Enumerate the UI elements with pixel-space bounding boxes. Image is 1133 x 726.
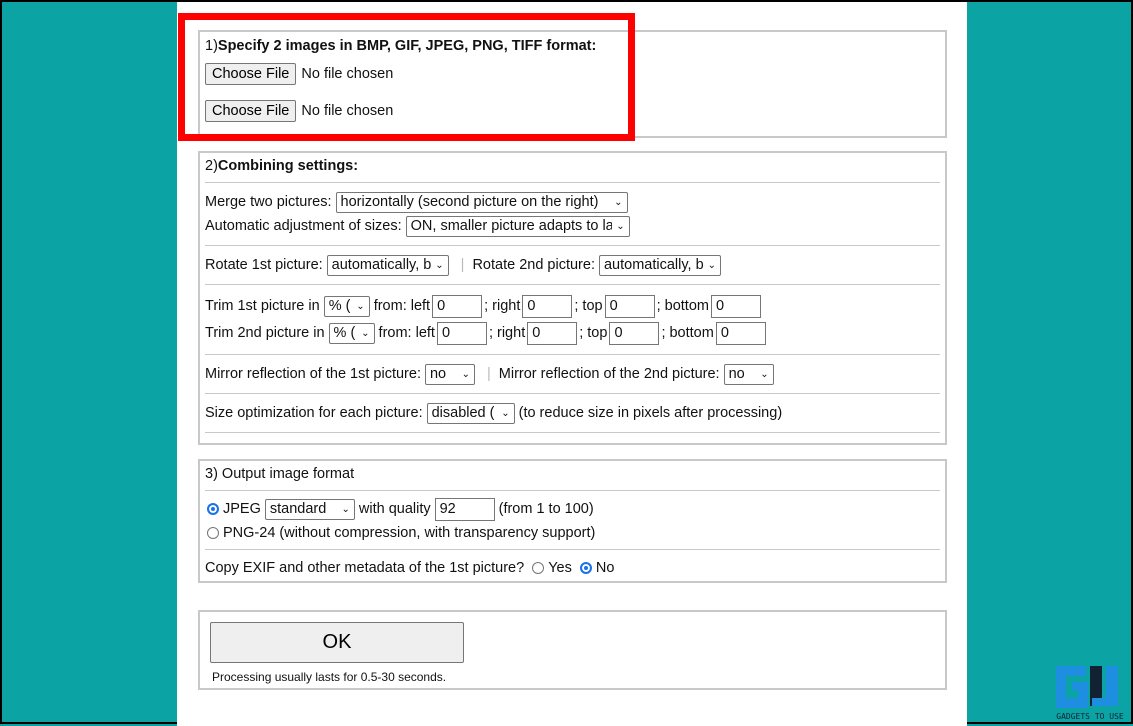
chevron-down-icon: ⌄ [435,259,444,271]
jpeg-mode-select[interactable]: standard ⌄ [264,498,355,520]
chevron-down-icon: ⌄ [707,259,716,271]
chevron-down-icon: ⌄ [501,407,510,419]
section-title: Combining settings: [217,158,359,174]
quality-input[interactable]: 92 [434,497,495,521]
chevron-down-icon: ⌄ [341,503,350,515]
chevron-down-icon: ⌄ [461,368,470,380]
trim-1-unit-select[interactable]: % (⌄ [323,295,370,317]
trim-2-left-input[interactable]: 0 [436,321,487,345]
chevron-down-icon: ⌄ [760,368,769,380]
chevron-down-icon: ⌄ [614,196,623,208]
section-output-format: 3) Output image format JPEG standard ⌄ with… [198,459,947,583]
rotate-2-select[interactable]: automatically, b ⌄ [598,254,721,276]
merge-select[interactable]: horizontally (second picture on the righ… [335,191,628,213]
trim-2-bottom-input[interactable]: 0 [715,321,766,345]
chevron-down-icon: ⌄ [356,300,365,312]
section-submit: OK Processing usually lasts for 0.5-30 s… [198,610,947,690]
svg-text:GADGETS TO USE: GADGETS TO USE [1056,712,1124,721]
trim-2-top-input[interactable]: 0 [609,321,660,345]
trim-1-top-input[interactable]: 0 [604,294,655,318]
processing-note: Processing usually lasts for 0.5-30 seco… [212,670,447,684]
exif-yes-radio[interactable] [532,562,545,574]
chevron-down-icon: ⌄ [361,327,370,339]
trim-2-unit-select[interactable]: % (⌄ [328,322,375,344]
chevron-down-icon: ⌄ [616,220,625,232]
mirror-2-select[interactable]: no ⌄ [723,363,774,385]
size-adjust-select[interactable]: ON, smaller picture adapts to la ⌄ [405,215,630,237]
gadgets-to-use-logo: GADGETS TO USE [1052,664,1128,726]
trim-2-right-input[interactable]: 0 [527,321,578,345]
trim-1-left-input[interactable]: 0 [432,294,483,318]
ok-button[interactable]: OK [210,622,464,663]
exif-no-radio[interactable] [579,562,592,574]
size-optimization-select[interactable]: disabled (⌄ [426,402,515,424]
png-radio[interactable] [207,527,219,539]
section-title: 3) Output image format [205,466,355,482]
trim-1-bottom-input[interactable]: 0 [710,294,761,318]
jpeg-radio[interactable] [207,503,219,515]
trim-1-right-input[interactable]: 0 [522,294,573,318]
mirror-1-select[interactable]: no ⌄ [424,363,475,385]
highlight-box [178,13,635,141]
rotate-1-select[interactable]: automatically, b ⌄ [326,254,449,276]
section-combining-settings: 2) Combining settings: Merge two picture… [198,151,947,445]
